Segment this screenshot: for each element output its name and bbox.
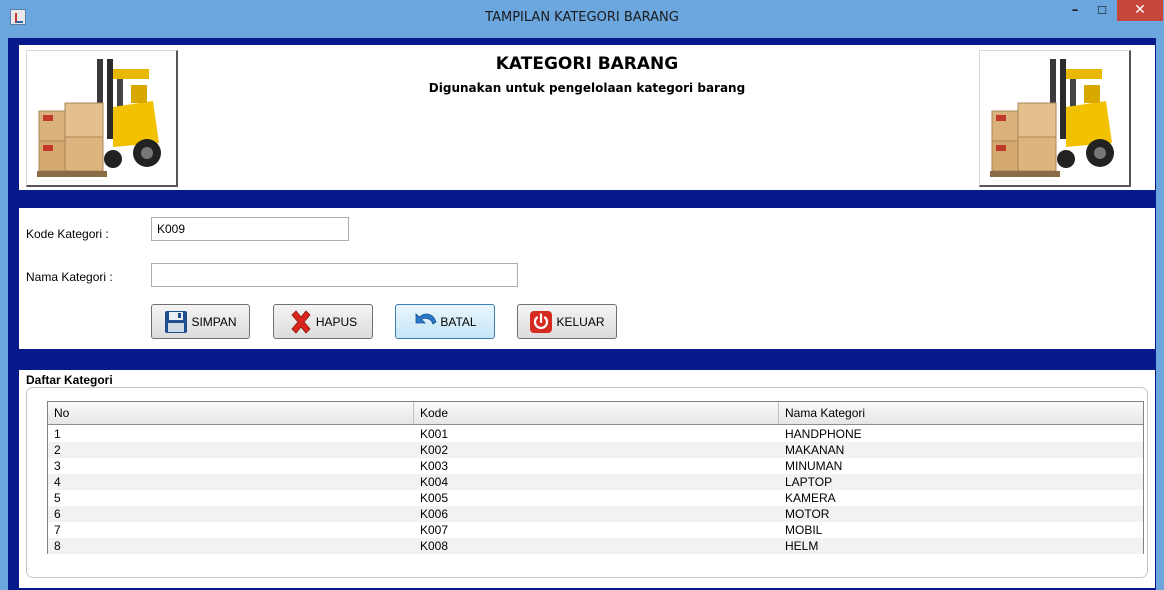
kategori-table[interactable]: No Kode Nama Kategori 1 K001 HANDPHONE 2 K00… [47, 401, 1144, 554]
close-icon: ✕ [1134, 2, 1146, 18]
table-row[interactable]: 8 K008 HELM [48, 538, 1143, 554]
cell-kode: K007 [420, 523, 449, 537]
red-x-icon [291, 309, 311, 334]
cell-no: 6 [54, 507, 61, 521]
cell-nama-kategori: HELM [785, 539, 819, 553]
cell-kode: K002 [420, 443, 449, 457]
keluar-button[interactable]: KELUAR [517, 304, 617, 339]
cell-nama-kategori: LAPTOP [785, 475, 833, 489]
batal-button[interactable]: BATAL [395, 304, 495, 339]
cell-nama-kategori: KAMERA [785, 491, 836, 505]
power-icon [530, 310, 553, 333]
column-header-no[interactable]: No [48, 402, 414, 424]
batal-label: BATAL [440, 314, 477, 329]
floppy-disk-icon [165, 310, 188, 333]
table-row[interactable]: 1 K001 HANDPHONE [48, 426, 1143, 442]
cell-no: 8 [54, 539, 61, 553]
table-row[interactable]: 5 K005 KAMERA [48, 490, 1143, 506]
table-row[interactable]: 6 K006 MOTOR [48, 506, 1143, 522]
application-window: TAMPILAN KATEGORI BARANG – ☐ ✕ KATEGORI … [0, 0, 1164, 590]
table-row[interactable]: 4 K004 LAPTOP [48, 474, 1143, 490]
cell-no: 2 [54, 443, 61, 457]
hapus-button[interactable]: HAPUS [273, 304, 373, 339]
simpan-button[interactable]: SIMPAN [151, 304, 250, 339]
cell-no: 5 [54, 491, 61, 505]
cell-kode: K006 [420, 507, 449, 521]
cell-kode: K003 [420, 459, 449, 473]
cell-nama-kategori: MAKANAN [785, 443, 845, 457]
cell-kode: K005 [420, 491, 449, 505]
column-header-kode[interactable]: Kode [414, 402, 779, 424]
table-header: No Kode Nama Kategori [48, 402, 1143, 425]
window-title: TAMPILAN KATEGORI BARANG [485, 10, 679, 25]
cell-kode: K008 [420, 539, 449, 553]
hapus-label: HAPUS [315, 314, 358, 329]
maximize-icon: ☐ [1097, 4, 1107, 17]
list-panel: Daftar Kategori No Kode Nama Kategori 1 K… [19, 370, 1155, 588]
minimize-button[interactable]: – [1062, 0, 1088, 21]
keluar-label: KELUAR [556, 314, 605, 329]
cell-kode: K004 [420, 475, 449, 489]
cell-no: 3 [54, 459, 61, 473]
main-content: KATEGORI BARANG Digunakan untuk pengelol… [8, 38, 1156, 590]
close-button[interactable]: ✕ [1117, 0, 1163, 21]
maximize-button[interactable]: ☐ [1089, 0, 1115, 21]
column-header-nama[interactable]: Nama Kategori [779, 402, 1143, 424]
logo-right [979, 50, 1131, 187]
cell-no: 7 [54, 523, 61, 537]
cell-no: 4 [54, 475, 61, 489]
kode-kategori-label: Kode Kategori : [26, 227, 109, 241]
nama-kategori-label: Nama Kategori : [26, 270, 113, 284]
forklift-boxes-icon [990, 59, 1114, 177]
cell-nama-kategori: HANDPHONE [785, 427, 862, 441]
cell-kode: K001 [420, 427, 449, 441]
cell-nama-kategori: MINUMAN [785, 459, 843, 473]
form-panel: Kode Kategori : K009 Nama Kategori : SIM… [19, 208, 1155, 349]
table-row[interactable]: 7 K007 MOBIL [48, 522, 1143, 538]
simpan-label: SIMPAN [191, 314, 237, 329]
header-panel: KATEGORI BARANG Digunakan untuk pengelol… [19, 45, 1155, 190]
table-row[interactable]: 2 K002 MAKANAN [48, 442, 1143, 458]
minimize-icon: – [1071, 3, 1079, 18]
nama-kategori-input[interactable] [151, 263, 518, 287]
cell-nama-kategori: MOTOR [785, 507, 830, 521]
cell-nama-kategori: MOBIL [785, 523, 823, 537]
title-bar[interactable]: TAMPILAN KATEGORI BARANG – ☐ ✕ [0, 0, 1164, 38]
list-caption: Daftar Kategori [26, 373, 113, 387]
table-row[interactable]: 3 K003 MINUMAN [48, 458, 1143, 474]
kode-kategori-input[interactable]: K009 [151, 217, 349, 241]
cell-no: 1 [54, 427, 61, 441]
undo-arrow-icon [415, 312, 437, 325]
